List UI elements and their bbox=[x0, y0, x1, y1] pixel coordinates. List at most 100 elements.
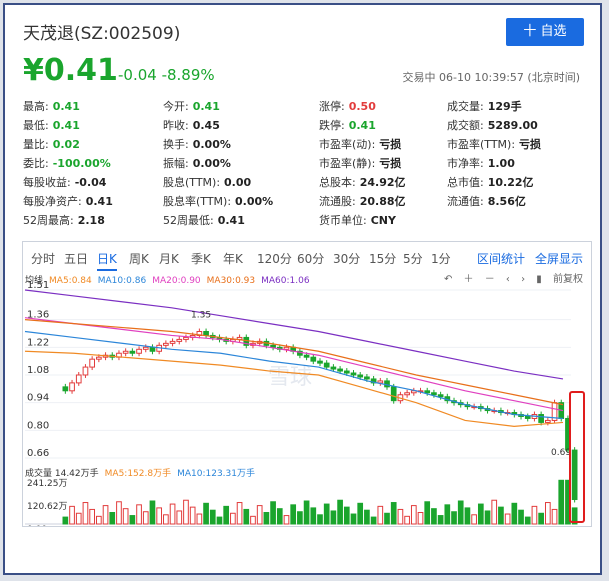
candle bbox=[163, 342, 169, 346]
price-tick-label: 1.22 bbox=[27, 337, 49, 348]
stat-label: 52周最低: bbox=[163, 214, 214, 227]
volume-bar bbox=[404, 515, 410, 525]
stat-value: 0.00% bbox=[192, 138, 231, 151]
volume-bar bbox=[102, 505, 109, 525]
stat-value: 0.41 bbox=[192, 100, 220, 113]
volume-bar bbox=[250, 515, 256, 525]
volume-bar bbox=[156, 507, 163, 525]
volume-bar bbox=[330, 510, 337, 525]
volume-bar bbox=[377, 505, 384, 525]
volume-bar bbox=[189, 506, 196, 525]
stat-cell: 流通股: 20.88亿 bbox=[319, 192, 406, 211]
stat-cell: 总市值: 10.22亿 bbox=[447, 173, 534, 192]
volume-legend-item: MA10:123.31万手 bbox=[177, 469, 255, 479]
stat-cell: 每股收益: -0.04 bbox=[23, 173, 106, 192]
stat-label: 量比: bbox=[23, 138, 49, 151]
volume-bar bbox=[491, 499, 498, 525]
volume-bar bbox=[183, 499, 189, 525]
volume-bar bbox=[444, 504, 451, 525]
stat-label: 股息率(TTM): bbox=[163, 195, 232, 208]
stat-label: 流通值: bbox=[447, 195, 484, 208]
volume-bar bbox=[350, 513, 357, 525]
volume-bar bbox=[69, 505, 75, 525]
stat-value: 0.00% bbox=[235, 195, 274, 208]
candle bbox=[431, 392, 437, 396]
candle bbox=[544, 419, 551, 423]
volume-bar bbox=[256, 505, 263, 525]
volume-bar bbox=[283, 515, 290, 525]
stat-value: 亏损 bbox=[379, 157, 402, 170]
volume-bar bbox=[230, 512, 236, 525]
stat-cell: 52周最高: 2.18 bbox=[23, 211, 105, 230]
stat-value: 10.22亿 bbox=[487, 176, 534, 189]
ma-line bbox=[24, 319, 564, 406]
volume-bar bbox=[544, 502, 551, 525]
stat-label: 委比: bbox=[23, 157, 49, 170]
stats-row: 最高: 0.41 今开: 0.41 涨停: 0.50 成交量: 129手 bbox=[23, 97, 593, 116]
stat-cell: 流通值: 8.56亿 bbox=[447, 192, 526, 211]
price-tick-label: 0.80 bbox=[27, 420, 49, 431]
volume-bar bbox=[390, 502, 397, 525]
stat-cell: 量比: 0.02 bbox=[23, 135, 80, 154]
candle bbox=[343, 370, 350, 374]
stat-cell: 跌停: 0.41 bbox=[319, 116, 376, 135]
volume-bar bbox=[163, 514, 169, 525]
stat-value: 129手 bbox=[487, 100, 522, 113]
candle bbox=[303, 354, 310, 358]
volume-bar bbox=[122, 508, 129, 525]
candle bbox=[283, 346, 290, 350]
candle bbox=[350, 372, 357, 376]
stat-label: 昨收: bbox=[163, 119, 189, 132]
stat-value: 0.02 bbox=[52, 138, 80, 151]
add-watchlist-button[interactable]: 十 自选 bbox=[506, 18, 584, 46]
volume-legend: 成交量 14.42万手 MA5:152.8万手 MA10:123.31万手 bbox=[25, 466, 261, 479]
stat-label: 每股净资产: bbox=[23, 195, 82, 208]
stat-value: 20.88亿 bbox=[359, 195, 406, 208]
stat-value: -0.04 bbox=[74, 176, 107, 189]
max-price-label: 1.35 bbox=[191, 311, 211, 321]
candle bbox=[310, 356, 317, 362]
stat-label: 成交量: bbox=[447, 100, 484, 113]
volume-bar bbox=[538, 512, 544, 525]
stat-cell: 市盈率(静): 亏损 bbox=[319, 154, 401, 173]
candle bbox=[384, 380, 390, 388]
candle bbox=[364, 376, 370, 380]
stat-label: 股息(TTM): bbox=[163, 176, 221, 189]
volume-bar bbox=[477, 503, 484, 525]
volume-bar bbox=[223, 505, 230, 525]
stock-title: 天茂退(SZ:002509) bbox=[23, 24, 181, 44]
stat-cell: 换手: 0.00% bbox=[163, 135, 231, 154]
volume-bar bbox=[75, 512, 82, 525]
candle bbox=[142, 346, 149, 350]
stat-value: 0.50 bbox=[348, 100, 376, 113]
volume-bar bbox=[142, 511, 149, 525]
volume-bar bbox=[424, 501, 431, 525]
volume-bar bbox=[337, 499, 343, 525]
stat-cell: 市净率: 1.00 bbox=[447, 154, 515, 173]
stat-cell: 市盈率(TTM): 亏损 bbox=[447, 135, 541, 154]
volume-bar bbox=[270, 501, 276, 525]
stat-value: 亏损 bbox=[379, 138, 402, 151]
stats-row: 每股净资产: 0.41 股息率(TTM): 0.00% 流通股: 20.88亿 流通值: 8.… bbox=[23, 192, 593, 211]
candle bbox=[136, 348, 142, 354]
candle bbox=[96, 356, 102, 360]
volume-bar bbox=[457, 500, 464, 525]
stat-label: 总市值: bbox=[447, 176, 484, 189]
volume-bar bbox=[116, 501, 122, 525]
volume-bar bbox=[397, 508, 404, 525]
candle bbox=[149, 346, 156, 352]
volume-bar bbox=[203, 502, 209, 525]
stat-value: 亏损 bbox=[519, 138, 542, 151]
stat-value: 24.92亿 bbox=[359, 176, 406, 189]
candle bbox=[169, 340, 176, 344]
stat-value: 0.41 bbox=[85, 195, 113, 208]
stat-label: 流通股: bbox=[319, 195, 356, 208]
volume-bar bbox=[136, 504, 142, 525]
volume-bar bbox=[504, 513, 511, 525]
candle bbox=[129, 350, 136, 354]
stat-label: 最高: bbox=[23, 100, 49, 113]
volume-bar bbox=[276, 508, 283, 525]
stat-cell: 最高: 0.41 bbox=[23, 97, 80, 116]
volume-legend-item: MA5:152.8万手 bbox=[104, 469, 172, 479]
stat-cell: 成交量: 129手 bbox=[447, 97, 522, 116]
